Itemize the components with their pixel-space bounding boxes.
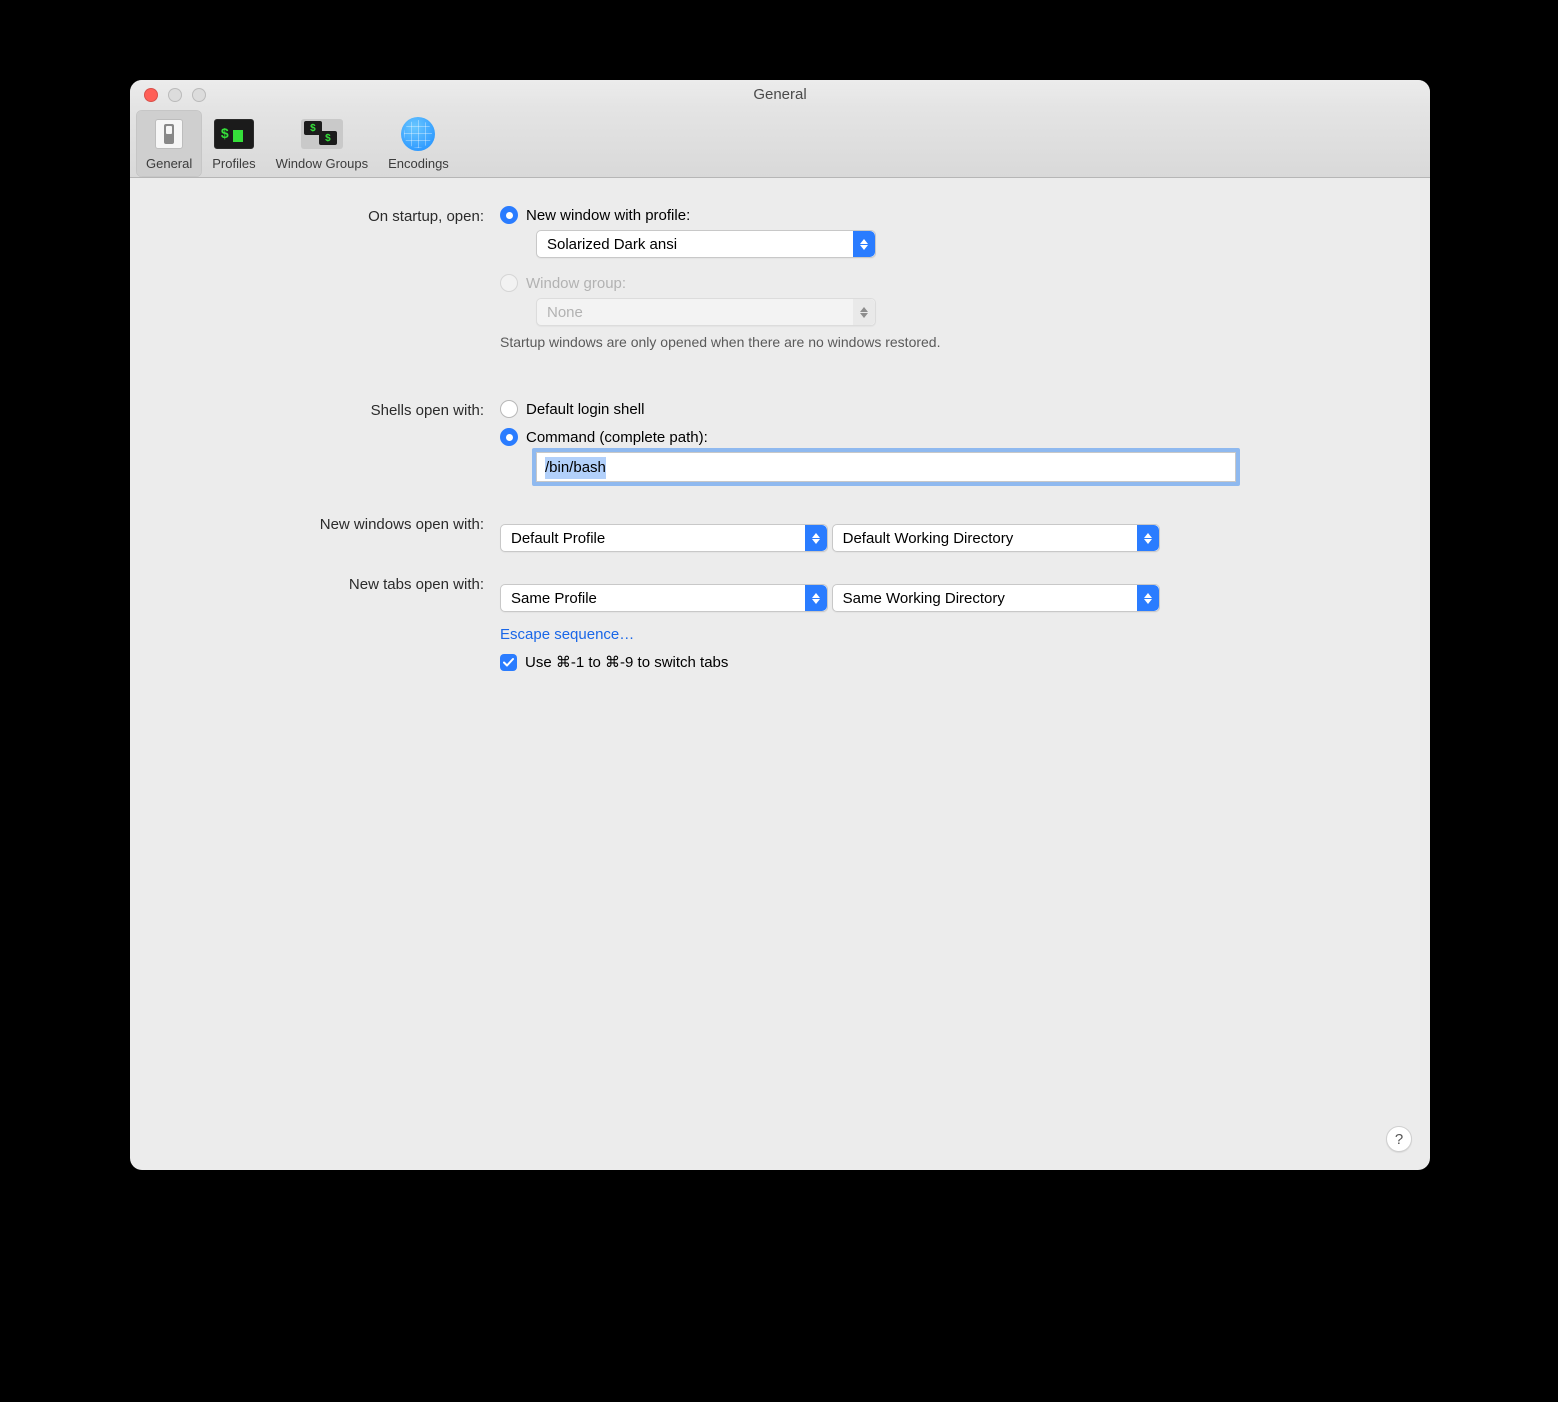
close-window-button[interactable] (144, 88, 158, 102)
tab-label: Window Groups (276, 156, 368, 171)
shells-command-value: /bin/bash (545, 457, 606, 479)
tab-window-groups[interactable]: Window Groups (266, 110, 378, 177)
escape-sequence-link[interactable]: Escape sequence… (500, 626, 634, 643)
switch-tabs-label: Use ⌘-1 to ⌘-9 to switch tabs (525, 653, 728, 671)
tab-label: General (146, 156, 192, 171)
window-groups-icon (301, 119, 343, 149)
minimize-window-button[interactable] (168, 88, 182, 102)
tab-general[interactable]: General (136, 110, 202, 177)
window-controls (144, 88, 206, 102)
startup-window-group-select: None (536, 298, 876, 326)
startup-window-group-label: Window group: (526, 275, 626, 292)
encodings-icon (401, 117, 435, 151)
shells-command-input[interactable]: /bin/bash (536, 452, 1236, 482)
shells-command-label: Command (complete path): (526, 429, 708, 446)
new-windows-dir-value: Default Working Directory (843, 530, 1044, 547)
new-tabs-profile-select[interactable]: Same Profile (500, 584, 828, 612)
chevron-up-down-icon (853, 231, 875, 257)
switch-tabs-checkbox[interactable] (500, 654, 517, 671)
new-windows-profile-select[interactable]: Default Profile (500, 524, 828, 552)
tab-profiles[interactable]: Profiles (202, 110, 265, 177)
new-tabs-label: New tabs open with: (190, 574, 500, 671)
chevron-up-down-icon (1137, 585, 1159, 611)
new-tabs-profile-value: Same Profile (511, 590, 627, 607)
shells-default-login-radio[interactable] (500, 400, 518, 418)
help-button[interactable]: ? (1386, 1126, 1412, 1152)
content-pane: On startup, open: New window with profil… (130, 178, 1430, 1170)
tab-label: Encodings (388, 156, 449, 171)
chevron-up-down-icon (805, 585, 827, 611)
tab-label: Profiles (212, 156, 255, 171)
startup-profile-select[interactable]: Solarized Dark ansi (536, 230, 876, 258)
chevron-up-down-icon (1137, 525, 1159, 551)
help-button-label: ? (1395, 1131, 1403, 1148)
new-tabs-dir-select[interactable]: Same Working Directory (832, 584, 1160, 612)
general-icon (155, 119, 183, 149)
chevron-up-down-icon (853, 299, 875, 325)
startup-new-window-radio[interactable] (500, 206, 518, 224)
new-windows-dir-select[interactable]: Default Working Directory (832, 524, 1160, 552)
titlebar: General (130, 80, 1430, 108)
startup-new-window-label: New window with profile: (526, 207, 690, 224)
zoom-window-button[interactable] (192, 88, 206, 102)
tab-encodings[interactable]: Encodings (378, 110, 459, 177)
preferences-window: General General Profiles Window Groups E… (130, 80, 1430, 1170)
shells-label: Shells open with: (190, 400, 500, 482)
startup-window-group-radio[interactable] (500, 274, 518, 292)
preferences-toolbar: General Profiles Window Groups Encodings (130, 108, 1430, 178)
profiles-icon (214, 119, 254, 149)
new-windows-label: New windows open with: (190, 514, 500, 552)
startup-hint: Startup windows are only opened when the… (500, 334, 1370, 350)
startup-window-group-value: None (547, 304, 613, 321)
startup-profile-value: Solarized Dark ansi (547, 236, 707, 253)
shells-command-radio[interactable] (500, 428, 518, 446)
shells-default-login-label: Default login shell (526, 401, 644, 418)
new-windows-profile-value: Default Profile (511, 530, 635, 547)
chevron-up-down-icon (805, 525, 827, 551)
new-tabs-dir-value: Same Working Directory (843, 590, 1035, 607)
startup-label: On startup, open: (190, 206, 500, 368)
window-title: General (130, 86, 1430, 103)
